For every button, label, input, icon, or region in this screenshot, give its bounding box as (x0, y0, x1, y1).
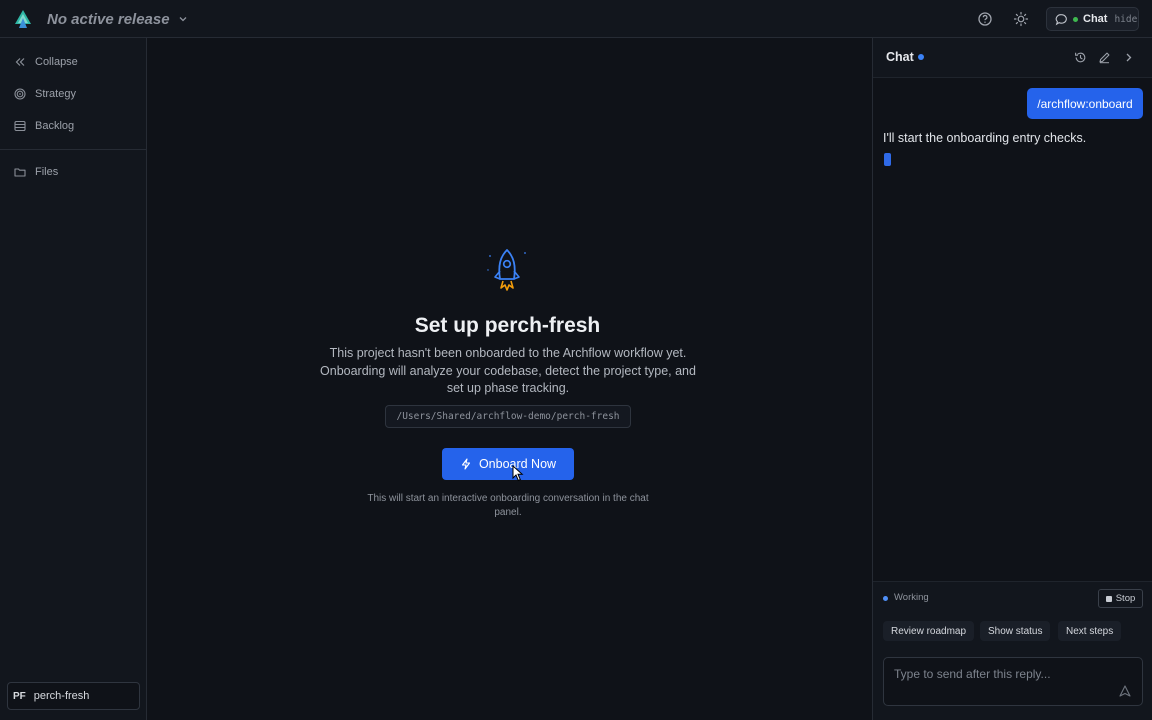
mouse-cursor-icon (512, 465, 524, 482)
rocket-icon (487, 249, 526, 291)
chat-toggle-button[interactable]: Chat hide (1046, 7, 1139, 31)
sidebar-item-label: Files (35, 166, 59, 178)
composer-area (873, 656, 1152, 720)
onboarding-description: This project hasn't been onboarded to th… (320, 346, 696, 395)
onboard-now-button[interactable]: Onboard Now (442, 448, 574, 480)
chat-bubble-icon (1055, 13, 1067, 25)
sidebar-item-strategy[interactable]: Strategy (0, 80, 146, 108)
user-message: /archflow:onboard (1027, 88, 1143, 119)
chat-status-dot (918, 54, 924, 60)
chat-input[interactable] (883, 657, 1143, 706)
sidebar: Collapse Strategy Backlog Files PF perch… (0, 38, 147, 720)
release-label: No active release (47, 10, 170, 28)
suggestion-review-roadmap[interactable]: Review roadmap (883, 621, 975, 641)
sidebar-divider (0, 149, 146, 150)
page-title: Set up perch-fresh (414, 314, 601, 337)
chat-toggle-label: Chat (1083, 13, 1108, 25)
sun-icon[interactable] (1013, 11, 1029, 27)
stop-icon (1105, 595, 1112, 602)
chat-title: Chat (886, 50, 914, 64)
typing-indicator (884, 153, 891, 166)
project-name: perch-fresh (33, 690, 90, 702)
send-icon[interactable] (1119, 685, 1131, 697)
suggestion-show-status[interactable]: Show status (980, 621, 1051, 641)
sidebar-item-label: Strategy (35, 88, 76, 100)
working-dot (883, 596, 888, 601)
logo-icon[interactable] (14, 9, 32, 29)
lightning-icon (461, 458, 470, 470)
double-chevron-left-icon (15, 58, 25, 66)
folder-icon (14, 168, 26, 177)
history-icon[interactable] (1074, 51, 1087, 64)
project-initials: PF (13, 690, 26, 702)
suggestion-chips: Review roadmap Show status Next steps (873, 614, 1152, 656)
release-selector[interactable]: No active release (47, 0, 188, 38)
suggestion-next-steps[interactable]: Next steps (1058, 621, 1122, 641)
help-icon[interactable] (977, 11, 993, 27)
chevron-right-icon[interactable] (1122, 51, 1135, 64)
onboarding-panel: Set up perch-fresh This project hasn't b… (147, 38, 872, 720)
chat-header: Chat (873, 38, 1152, 78)
chat-status-bar: Working Stop (873, 581, 1152, 614)
onboarding-hint: This will start an interactive onboardin… (367, 493, 649, 518)
stop-button[interactable]: Stop (1098, 589, 1143, 608)
project-switcher[interactable]: PF perch-fresh (7, 682, 140, 710)
target-icon (14, 88, 26, 100)
sidebar-item-files[interactable]: Files (0, 158, 146, 186)
sidebar-item-label: Collapse (35, 56, 78, 68)
edit-icon[interactable] (1098, 51, 1111, 64)
top-bar: No active release Chat hide (0, 0, 1152, 38)
chat-panel: Chat /archflow:onboard I'll start the on… (872, 38, 1152, 720)
sidebar-item-backlog[interactable]: Backlog (0, 112, 146, 140)
assistant-message: I'll start the onboarding entry checks. (883, 131, 1087, 145)
sidebar-item-label: Backlog (35, 120, 75, 132)
chat-hide-hint: hide (1114, 13, 1138, 25)
list-icon (14, 120, 26, 132)
chevron-down-icon (179, 17, 187, 22)
project-path: /Users/Shared/archflow-demo/perch-fresh (385, 405, 631, 428)
chat-status-dot (1073, 16, 1078, 22)
working-status: Working (894, 592, 929, 603)
sidebar-item-collapse[interactable]: Collapse (0, 48, 146, 76)
stop-label: Stop (1115, 593, 1136, 604)
